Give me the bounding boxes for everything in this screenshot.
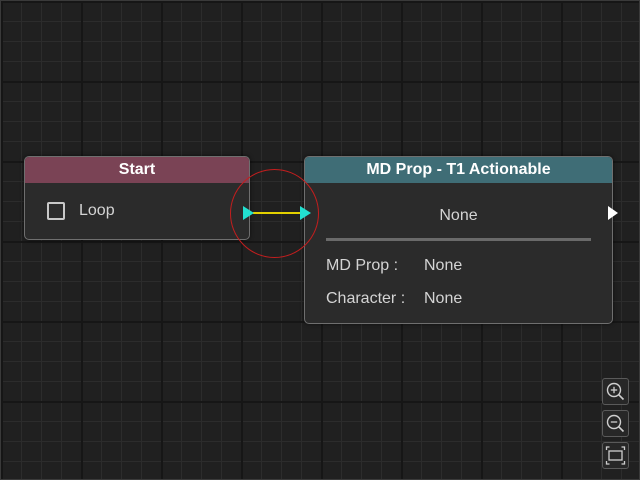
character-field-value[interactable]: None [424, 290, 462, 308]
zoom-in-button[interactable] [602, 378, 629, 405]
start-node-title: Start [25, 157, 249, 183]
graph-canvas[interactable]: Start Loop MD Prop - T1 Actionable None … [0, 0, 640, 480]
fit-view-icon [605, 446, 626, 465]
md-prop-field-value[interactable]: None [424, 257, 462, 275]
md-prop-node-title: MD Prop - T1 Actionable [305, 157, 612, 183]
character-field-label: Character : [326, 290, 406, 307]
start-node[interactable]: Start Loop [24, 156, 250, 240]
loop-label: Loop [79, 202, 115, 219]
md-prop-output-port[interactable] [608, 206, 618, 220]
loop-checkbox[interactable] [47, 202, 65, 220]
character-field[interactable]: Character : None [326, 290, 462, 308]
zoom-out-icon [606, 414, 625, 433]
md-prop-node[interactable]: MD Prop - T1 Actionable None MD Prop : N… [304, 156, 613, 324]
md-prop-field-label: MD Prop : [326, 257, 399, 274]
md-prop-field[interactable]: MD Prop : None [326, 257, 462, 275]
zoom-out-button[interactable] [602, 410, 629, 437]
loop-option[interactable]: Loop [47, 202, 115, 220]
node-divider [326, 238, 591, 241]
zoom-in-icon [606, 382, 625, 401]
fit-view-button[interactable] [602, 442, 629, 469]
md-prop-node-value[interactable]: None [305, 207, 612, 225]
highlight-circle [230, 169, 319, 258]
